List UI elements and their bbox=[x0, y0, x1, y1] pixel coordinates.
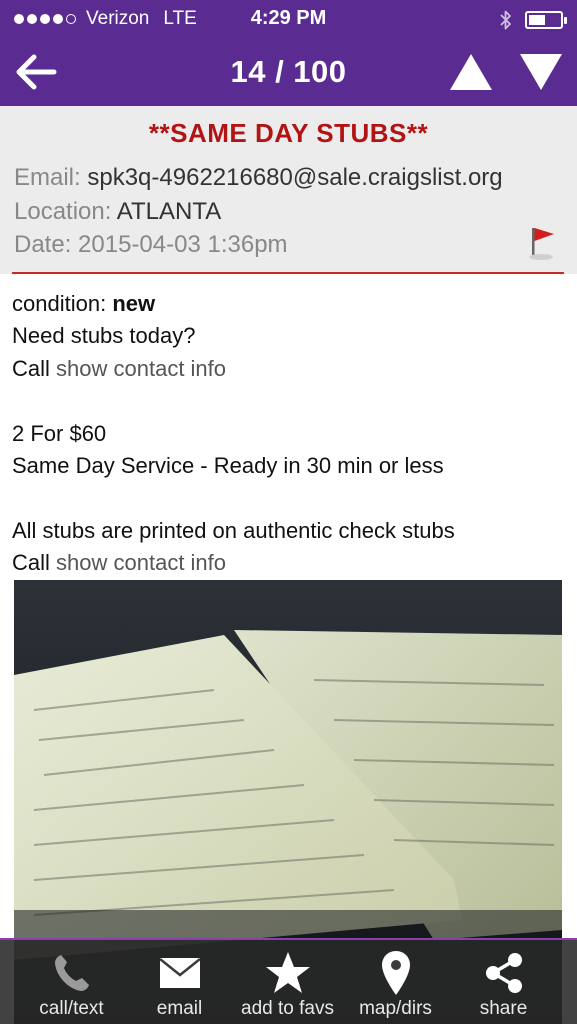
share-icon bbox=[485, 953, 522, 993]
date-label: Date: bbox=[14, 231, 72, 258]
call-text-button[interactable]: call/text bbox=[14, 940, 129, 1024]
star-icon bbox=[265, 952, 310, 993]
location-row: Location: ATLANTA bbox=[14, 198, 221, 226]
header-divider bbox=[12, 272, 564, 274]
triangle-down-icon bbox=[520, 54, 562, 90]
listing-header: **SAME DAY STUBS** Email: spk3q-49622166… bbox=[0, 106, 577, 274]
show-contact-info-link[interactable]: show contact info bbox=[56, 550, 226, 575]
red-flag-icon bbox=[529, 228, 554, 260]
call-prefix: Call bbox=[12, 355, 50, 381]
top-bar: Verizon LTE 4:29 PM 14 / 100 bbox=[0, 0, 577, 106]
email-label: Email: bbox=[14, 164, 81, 191]
body-line-authentic: All stubs are printed on authentic check… bbox=[12, 517, 455, 543]
condition-line: condition: new bbox=[12, 288, 572, 320]
call-line-1: Call show contact info bbox=[12, 353, 572, 385]
condition-value: new bbox=[112, 291, 156, 316]
listing-title: **SAME DAY STUBS** bbox=[148, 118, 429, 148]
condition-label: condition: bbox=[12, 291, 107, 316]
body-line-need-stubs: Need stubs today? bbox=[12, 323, 196, 349]
bluetooth-icon bbox=[500, 10, 511, 30]
map-dirs-button[interactable]: map/dirs bbox=[338, 940, 453, 1024]
toolbar-label: map/dirs bbox=[359, 998, 432, 1019]
email-row: Email: spk3q-4962216680@sale.craigslist.… bbox=[14, 164, 503, 192]
nav-bar: 14 / 100 bbox=[0, 38, 577, 106]
bottom-toolbar: call/text email add to favs map/dirs sha… bbox=[0, 938, 577, 1024]
body-line-price: 2 For $60 bbox=[12, 420, 107, 446]
listing-body: condition: new Need stubs today? Call sh… bbox=[12, 288, 572, 580]
date-row: Date: 2015-04-03 1:36pm bbox=[14, 231, 288, 259]
flag-listing-button[interactable] bbox=[527, 224, 557, 262]
body-line-service: Same Day Service - Ready in 30 min or le… bbox=[12, 452, 444, 478]
location-value: ATLANTA bbox=[116, 198, 222, 225]
email-button[interactable]: email bbox=[122, 940, 237, 1024]
envelope-icon bbox=[158, 958, 201, 988]
call-prefix: Call bbox=[12, 550, 50, 576]
triangle-up-icon bbox=[450, 54, 492, 90]
add-to-favs-button[interactable]: add to favs bbox=[230, 940, 345, 1024]
call-line-2: Call show contact info bbox=[12, 547, 572, 579]
phone-icon bbox=[54, 955, 89, 991]
status-bar: Verizon LTE 4:29 PM bbox=[0, 0, 577, 38]
share-button[interactable]: share bbox=[446, 940, 561, 1024]
toolbar-label: share bbox=[479, 998, 528, 1019]
previous-button[interactable] bbox=[448, 50, 494, 94]
toolbar-label: call/text bbox=[39, 998, 104, 1019]
email-value[interactable]: spk3q-4962216680@sale.craigslist.org bbox=[87, 164, 502, 191]
toolbar-label: add to favs bbox=[241, 998, 334, 1019]
status-time: 4:29 PM bbox=[250, 7, 327, 29]
date-value: 2015-04-03 1:36pm bbox=[78, 231, 288, 258]
toolbar-label: email bbox=[156, 998, 203, 1019]
location-label: Location: bbox=[14, 198, 112, 225]
show-contact-info-link[interactable]: show contact info bbox=[56, 356, 226, 381]
next-button[interactable] bbox=[518, 50, 564, 94]
battery-icon bbox=[525, 11, 567, 29]
map-pin-icon bbox=[381, 951, 410, 995]
